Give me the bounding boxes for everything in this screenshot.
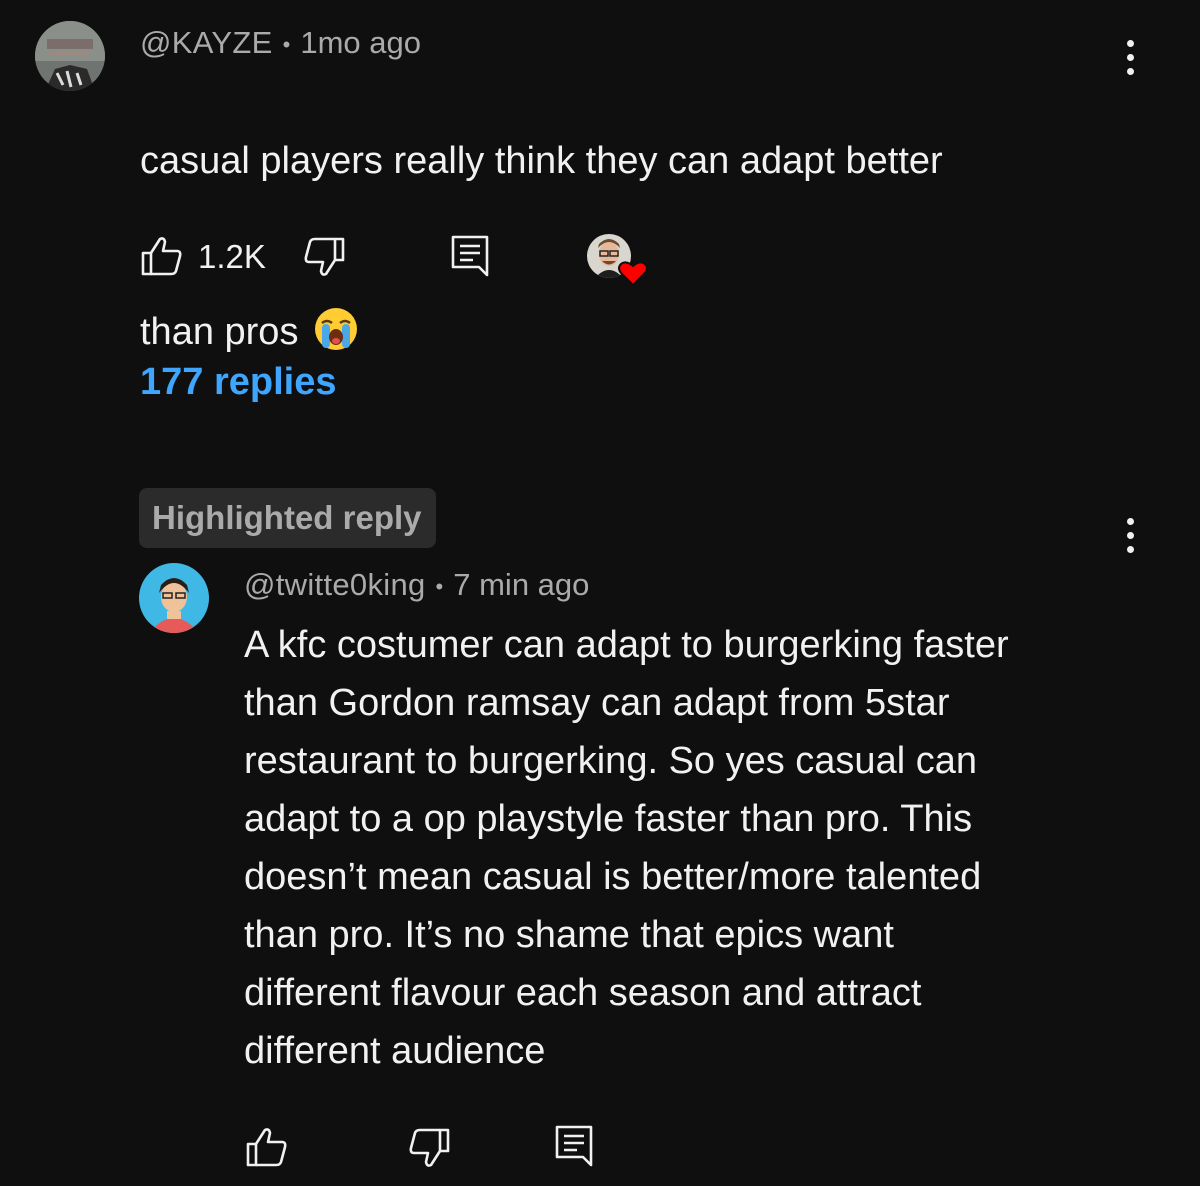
reply-button[interactable] (451, 235, 489, 277)
reply-author[interactable]: @twitte0king (244, 567, 426, 602)
thumbs-down-icon (409, 1128, 450, 1167)
reply-more-vert-icon[interactable] (1120, 518, 1140, 553)
reply-icon (555, 1125, 593, 1167)
reply-dislike-button[interactable] (408, 1128, 450, 1168)
reply-author-avatar[interactable] (139, 563, 209, 633)
reply-text: A kfc costumer can adapt to burgerking f… (244, 624, 1009, 1072)
reply-like-button[interactable] (246, 1127, 288, 1167)
dislike-button[interactable] (303, 237, 345, 277)
creator-heart (587, 234, 649, 288)
highlighted-reply-badge: Highlighted reply (139, 488, 436, 548)
meta-separator: • (282, 31, 291, 57)
creator-avatar-heart-icon (587, 234, 648, 287)
comment-meta: @KAYZE • 1mo ago (140, 27, 421, 58)
comment-text-line-1: casual players really think they can ada… (140, 140, 943, 182)
loudly-crying-face-icon (315, 308, 358, 350)
reply-meta: @twitte0king • 7 min ago (244, 569, 589, 600)
reply-icon (451, 235, 489, 277)
thumbs-down-icon (304, 237, 345, 276)
like-button[interactable] (141, 236, 183, 276)
view-replies-link[interactable]: 177 replies (140, 363, 336, 401)
reply-meta-separator: • (435, 573, 444, 599)
reply-reply-button[interactable] (555, 1125, 593, 1167)
reply-time[interactable]: 7 min ago (453, 567, 589, 602)
comment-author[interactable]: @KAYZE (140, 25, 273, 60)
commenter-avatar[interactable] (35, 21, 105, 91)
thumbs-up-icon (246, 1128, 287, 1167)
thumbs-up-icon (141, 237, 182, 276)
more-vert-icon[interactable] (1120, 40, 1140, 75)
comment-time[interactable]: 1mo ago (300, 25, 421, 60)
comment-text-line-2-text: than pros (140, 311, 299, 353)
reply-avatar-image (139, 563, 209, 633)
like-count: 1.2K (198, 238, 266, 275)
avatar-image (35, 21, 105, 91)
